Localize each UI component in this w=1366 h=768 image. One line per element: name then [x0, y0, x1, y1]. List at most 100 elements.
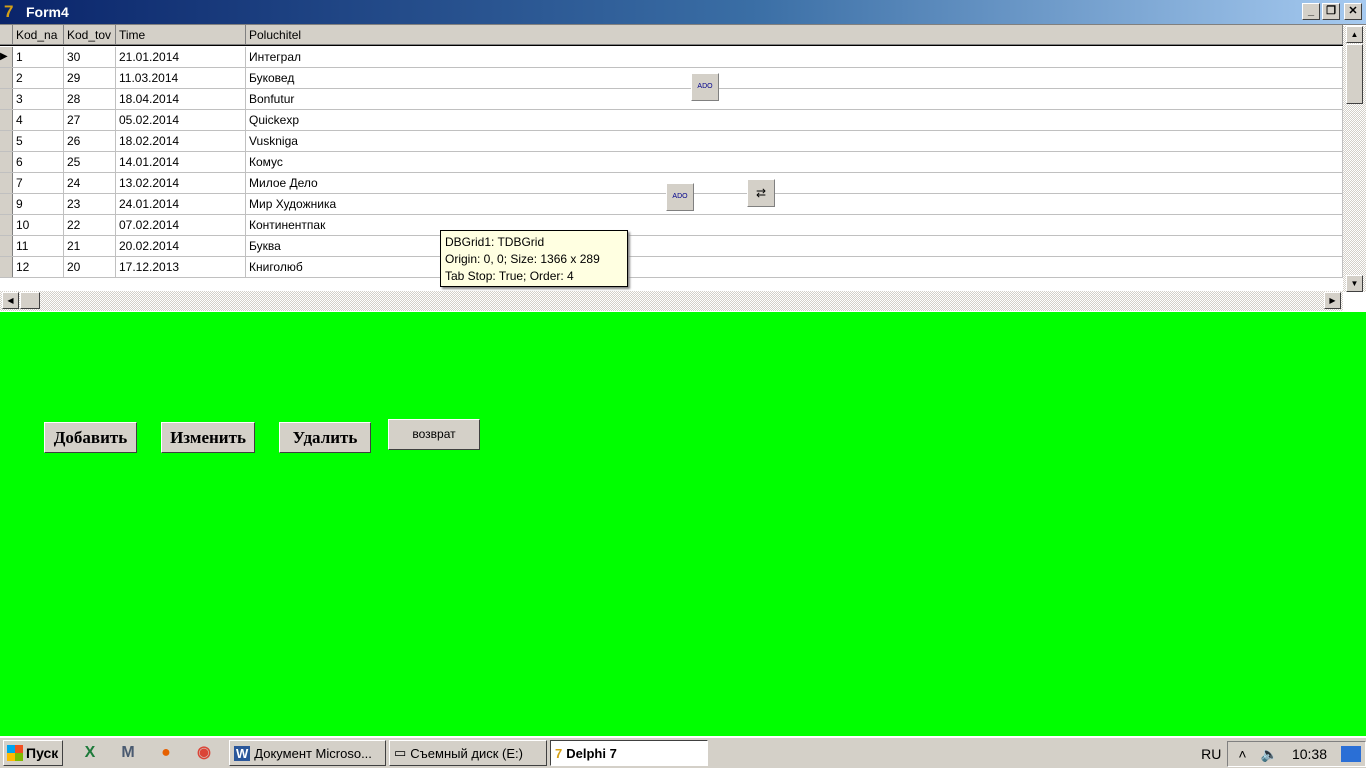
table-cell[interactable]: 7	[13, 173, 64, 193]
row-indicator[interactable]	[0, 131, 13, 151]
add-button[interactable]: Добавить	[44, 422, 137, 453]
table-cell[interactable]: 11	[13, 236, 64, 256]
table-cell[interactable]: Quickexp	[246, 110, 1343, 130]
table-cell[interactable]: Интеграл	[246, 47, 1343, 67]
table-cell[interactable]: 25	[64, 152, 116, 172]
language-indicator[interactable]: RU	[1201, 746, 1221, 762]
column-header[interactable]: Kod_na	[13, 25, 64, 45]
volume-icon[interactable]: 🔈	[1261, 746, 1278, 763]
table-cell[interactable]: Bonfutur	[246, 89, 1343, 109]
table-cell[interactable]: 5	[13, 131, 64, 151]
table-cell[interactable]: 24.01.2014	[116, 194, 246, 214]
table-cell[interactable]: 20.02.2014	[116, 236, 246, 256]
dbgrid[interactable]: Kod_na Kod_tov Time Poluchitel ▶ 1 30 21.01…	[0, 24, 1366, 312]
table-cell[interactable]: 11.03.2014	[116, 68, 246, 88]
table-cell[interactable]: 28	[64, 89, 116, 109]
table-row[interactable]: ▶ 1 30 21.01.2014 Интеграл	[0, 47, 1343, 68]
row-indicator[interactable]	[0, 68, 13, 88]
table-cell[interactable]: 26	[64, 131, 116, 151]
table-cell[interactable]: Милое Дело	[246, 173, 1343, 193]
m-app-icon[interactable]: M	[117, 742, 139, 764]
scroll-left-button[interactable]: ◀	[2, 292, 19, 309]
column-header[interactable]: Kod_tov	[64, 25, 116, 45]
edit-button[interactable]: Изменить	[161, 422, 255, 453]
table-cell[interactable]: Vusknіga	[246, 131, 1343, 151]
table-cell[interactable]: 12	[13, 257, 64, 277]
table-cell[interactable]: 14.01.2014	[116, 152, 246, 172]
row-indicator[interactable]	[0, 194, 13, 214]
table-cell[interactable]: 13.02.2014	[116, 173, 246, 193]
ado-connection-icon[interactable]: ADO	[691, 73, 719, 101]
table-row[interactable]: 2 29 11.03.2014 Буковед	[0, 68, 1343, 89]
table-cell[interactable]: 27	[64, 110, 116, 130]
show-hidden-icons-icon[interactable]: ˄	[1238, 746, 1246, 762]
close-button[interactable]: ✕	[1344, 3, 1362, 20]
row-indicator[interactable]	[0, 257, 13, 277]
row-indicator[interactable]: ▶	[0, 47, 13, 67]
scroll-down-button[interactable]: ▼	[1346, 275, 1363, 292]
table-cell[interactable]: 30	[64, 47, 116, 67]
table-cell[interactable]: Буква	[246, 236, 1343, 256]
table-row[interactable]: 5 26 18.02.2014 Vusknіga	[0, 131, 1343, 152]
column-header[interactable]: Poluchitel	[246, 25, 1343, 45]
table-cell[interactable]: 9	[13, 194, 64, 214]
hscroll-thumb[interactable]	[20, 292, 40, 309]
table-cell[interactable]: 21.01.2014	[116, 47, 246, 67]
row-indicator[interactable]	[0, 152, 13, 172]
vertical-scrollbar[interactable]: ▲ ▼	[1343, 26, 1366, 292]
table-cell[interactable]: 24	[64, 173, 116, 193]
scroll-right-button[interactable]: ▶	[1324, 292, 1341, 309]
table-row[interactable]: 11 21 20.02.2014 Буква	[0, 236, 1343, 257]
table-cell[interactable]: 23	[64, 194, 116, 214]
column-header[interactable]: Time	[116, 25, 246, 45]
scroll-up-button[interactable]: ▲	[1346, 26, 1363, 43]
chrome-icon[interactable]: ◉	[193, 742, 215, 764]
show-desktop-icon[interactable]	[1341, 746, 1361, 762]
excel-icon[interactable]: X	[79, 742, 101, 764]
table-cell[interactable]: 10	[13, 215, 64, 235]
taskbar-item-drive[interactable]: ▭ Съемный диск (E:)	[389, 740, 547, 766]
restore-button[interactable]: ❐	[1322, 3, 1340, 20]
row-indicator[interactable]	[0, 89, 13, 109]
table-cell[interactable]: 29	[64, 68, 116, 88]
scroll-thumb[interactable]	[1346, 44, 1363, 104]
delete-button[interactable]: Удалить	[279, 422, 371, 453]
table-cell[interactable]: 20	[64, 257, 116, 277]
table-cell[interactable]: 07.02.2014	[116, 215, 246, 235]
table-row[interactable]: 4 27 05.02.2014 Quickexp	[0, 110, 1343, 131]
table-cell[interactable]: 4	[13, 110, 64, 130]
table-cell[interactable]: Мир Художника	[246, 194, 1343, 214]
back-button[interactable]: возврат	[388, 419, 480, 450]
table-cell[interactable]: 1	[13, 47, 64, 67]
table-cell[interactable]: Континентпак	[246, 215, 1343, 235]
table-row[interactable]: 10 22 07.02.2014 Континентпак	[0, 215, 1343, 236]
table-cell[interactable]: 6	[13, 152, 64, 172]
datasource-icon[interactable]: ⇄	[747, 179, 775, 207]
row-indicator[interactable]	[0, 236, 13, 256]
table-cell[interactable]: Комус	[246, 152, 1343, 172]
ado-query-icon[interactable]: ADO	[666, 183, 694, 211]
table-cell[interactable]: 17.12.2013	[116, 257, 246, 277]
table-cell[interactable]: Книголюб	[246, 257, 1343, 277]
table-cell[interactable]: Буковед	[246, 68, 1343, 88]
table-row[interactable]: 6 25 14.01.2014 Комус	[0, 152, 1343, 173]
table-cell[interactable]: 3	[13, 89, 64, 109]
table-cell[interactable]: 18.02.2014	[116, 131, 246, 151]
taskbar-item-delphi[interactable]: 7 Delphi 7	[550, 740, 708, 766]
horizontal-scrollbar[interactable]: ◀ ▶	[0, 291, 1343, 311]
firefox-icon[interactable]: ●	[155, 742, 177, 764]
table-cell[interactable]: 2	[13, 68, 64, 88]
taskbar-item-word[interactable]: W Документ Microso...	[229, 740, 386, 766]
row-indicator[interactable]	[0, 215, 13, 235]
clock[interactable]: 10:38	[1292, 746, 1327, 762]
row-indicator[interactable]	[0, 173, 13, 193]
table-cell[interactable]: 05.02.2014	[116, 110, 246, 130]
table-cell[interactable]: 21	[64, 236, 116, 256]
minimize-button[interactable]: _	[1302, 3, 1320, 20]
table-row[interactable]: 12 20 17.12.2013 Книголюб	[0, 257, 1343, 278]
start-button[interactable]: Пуск	[3, 740, 63, 766]
row-indicator[interactable]	[0, 110, 13, 130]
table-cell[interactable]: 22	[64, 215, 116, 235]
table-cell[interactable]: 18.04.2014	[116, 89, 246, 109]
table-row[interactable]: 3 28 18.04.2014 Bonfutur	[0, 89, 1343, 110]
